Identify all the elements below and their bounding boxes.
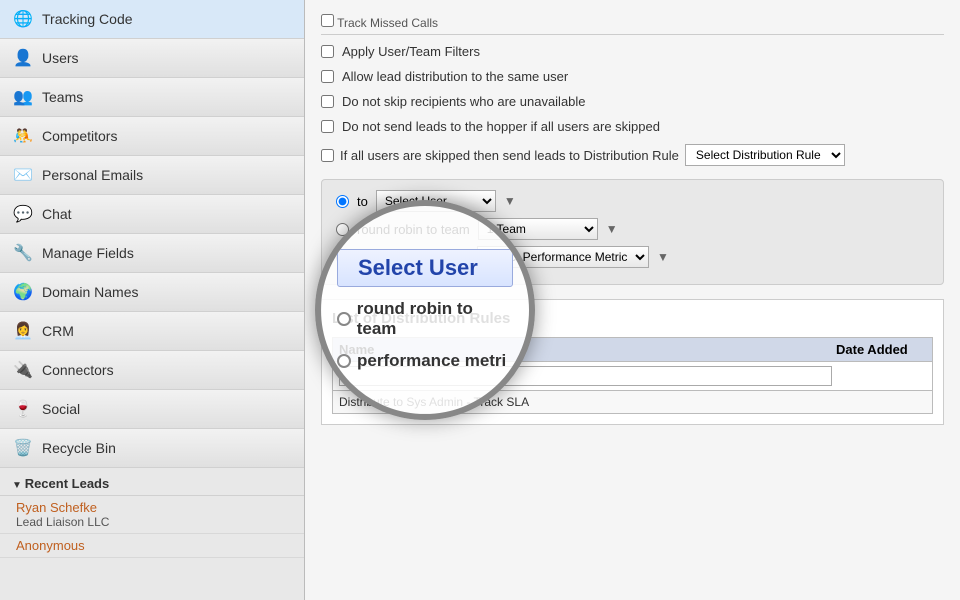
radio-performance[interactable] — [336, 251, 349, 264]
table-header: Name Date Added — [332, 337, 933, 362]
allow-same-user-row: Allow lead distribution to the same user — [321, 64, 944, 89]
sidebar-item-users[interactable]: 👤 Users — [0, 39, 304, 78]
recent-lead-company: Lead Liaison LLC — [16, 515, 288, 529]
select-performance-dropdown[interactable]: Select Performance Metric — [477, 246, 649, 268]
chat-label: Chat — [42, 206, 72, 222]
sidebar-item-connectors[interactable]: 🔌 Connectors — [0, 351, 304, 390]
if-all-checkbox[interactable] — [321, 149, 334, 162]
recent-leads-header[interactable]: Recent Leads — [0, 468, 304, 496]
sidebar-item-tracking-code[interactable]: 🌐 Tracking Code — [0, 0, 304, 39]
recent-lead-item: Ryan Schefke Lead Liaison LLC — [0, 496, 304, 534]
dropdown-arrow: ▼ — [504, 194, 516, 208]
apply-filters-row: Apply User/Team Filters — [321, 39, 944, 64]
sidebar-item-teams[interactable]: 👥 Teams — [0, 78, 304, 117]
manage-fields-icon: 🔧 — [12, 242, 34, 264]
teams-label: Teams — [42, 89, 83, 105]
radio-row-round-robin: round robin to team 1 Team ▼ — [336, 218, 929, 240]
select-dist-rule-dropdown[interactable]: Select Distribution Rule — [685, 144, 845, 166]
content-area: Track Missed Calls Apply User/Team Filte… — [305, 0, 960, 435]
competitors-label: Competitors — [42, 128, 117, 144]
competitors-icon: 🤼 — [12, 125, 34, 147]
tracking-code-label: Tracking Code — [42, 11, 133, 27]
row-name: Distribute to Sys Admin - Track SLA — [339, 395, 836, 409]
personal-emails-icon: ✉️ — [12, 164, 34, 186]
performance-label: performance metric — [357, 250, 469, 265]
tracking-code-icon: 🌐 — [12, 8, 34, 30]
crm-label: CRM — [42, 323, 74, 339]
users-label: Users — [42, 50, 79, 66]
allow-same-user-checkbox[interactable] — [321, 70, 334, 83]
crm-icon: 👩‍💼 — [12, 320, 34, 342]
chat-icon: 💬 — [12, 203, 34, 225]
main-content: Track Missed Calls Apply User/Team Filte… — [305, 0, 960, 600]
if-all-label: If all users are skipped then send leads… — [340, 148, 679, 163]
col-name-header: Name — [339, 342, 836, 357]
sidebar-item-chat[interactable]: 💬 Chat — [0, 195, 304, 234]
table-row: Distribute to Sys Admin - Track SLA — [332, 391, 933, 414]
search-name-input[interactable] — [339, 366, 832, 386]
sidebar-item-crm[interactable]: 👩‍💼 CRM — [0, 312, 304, 351]
select-team-dropdown[interactable]: 1 Team — [478, 218, 598, 240]
radio-to-label: to — [357, 194, 368, 209]
col-date-header: Date Added — [836, 342, 926, 357]
team-dropdown-arrow: ▼ — [606, 222, 618, 236]
round-robin-label: round robin to team — [357, 222, 470, 237]
track-missed-row: Track Missed Calls — [321, 10, 944, 35]
list-section: List of Distribution Rules Name Date Add… — [321, 299, 944, 425]
sidebar-item-personal-emails[interactable]: ✉️ Personal Emails — [0, 156, 304, 195]
apply-filters-label: Apply User/Team Filters — [342, 44, 480, 59]
recycle-bin-label: Recycle Bin — [42, 440, 116, 456]
social-label: Social — [42, 401, 80, 417]
recycle-bin-icon: 🗑️ — [12, 437, 34, 459]
table-input-row — [332, 362, 933, 391]
performance-dropdown-arrow: ▼ — [657, 250, 669, 264]
allow-same-user-label: Allow lead distribution to the same user — [342, 69, 568, 84]
teams-icon: 👥 — [12, 86, 34, 108]
row-date — [836, 395, 926, 409]
dont-skip-checkbox[interactable] — [321, 95, 334, 108]
dont-skip-row: Do not skip recipients who are unavailab… — [321, 89, 944, 114]
recent-lead-item: Anonymous — [0, 534, 304, 558]
track-missed-checkbox[interactable] — [321, 14, 334, 27]
sidebar-item-competitors[interactable]: 🤼 Competitors — [0, 117, 304, 156]
connectors-label: Connectors — [42, 362, 114, 378]
radio-round-robin[interactable] — [336, 223, 349, 236]
sidebar: 🌐 Tracking Code 👤 Users 👥 Teams 🤼 Compet… — [0, 0, 305, 600]
radio-select-user[interactable] — [336, 195, 349, 208]
recent-lead-name[interactable]: Anonymous — [16, 538, 288, 553]
list-title: List of Distribution Rules — [332, 310, 933, 327]
personal-emails-label: Personal Emails — [42, 167, 143, 183]
apply-filters-checkbox[interactable] — [321, 45, 334, 58]
sidebar-item-social[interactable]: 🍷 Social — [0, 390, 304, 429]
domain-names-icon: 🌍 — [12, 281, 34, 303]
dont-skip-label: Do not skip recipients who are unavailab… — [342, 94, 586, 109]
connectors-icon: 🔌 — [12, 359, 34, 381]
manage-fields-label: Manage Fields — [42, 245, 134, 261]
if-all-row: If all users are skipped then send leads… — [321, 139, 944, 171]
sidebar-item-domain-names[interactable]: 🌍 Domain Names — [0, 273, 304, 312]
dont-send-hopper-checkbox[interactable] — [321, 120, 334, 133]
domain-names-label: Domain Names — [42, 284, 138, 300]
users-icon: 👤 — [12, 47, 34, 69]
social-icon: 🍷 — [12, 398, 34, 420]
radio-row-performance: performance metric Select Performance Me… — [336, 246, 929, 268]
sidebar-item-manage-fields[interactable]: 🔧 Manage Fields — [0, 234, 304, 273]
select-user-dropdown[interactable]: Select User — [376, 190, 496, 212]
track-missed-label: Track Missed Calls — [337, 16, 438, 30]
date-spacer — [836, 366, 926, 386]
dont-send-hopper-label: Do not send leads to the hopper if all u… — [342, 119, 660, 134]
sidebar-item-recycle-bin[interactable]: 🗑️ Recycle Bin — [0, 429, 304, 468]
radio-row-select-user: to Select User ▼ — [336, 190, 929, 212]
radio-section: to Select User ▼ round robin to team 1 T… — [321, 179, 944, 285]
dont-send-hopper-row: Do not send leads to the hopper if all u… — [321, 114, 944, 139]
recent-lead-name[interactable]: Ryan Schefke — [16, 500, 288, 515]
